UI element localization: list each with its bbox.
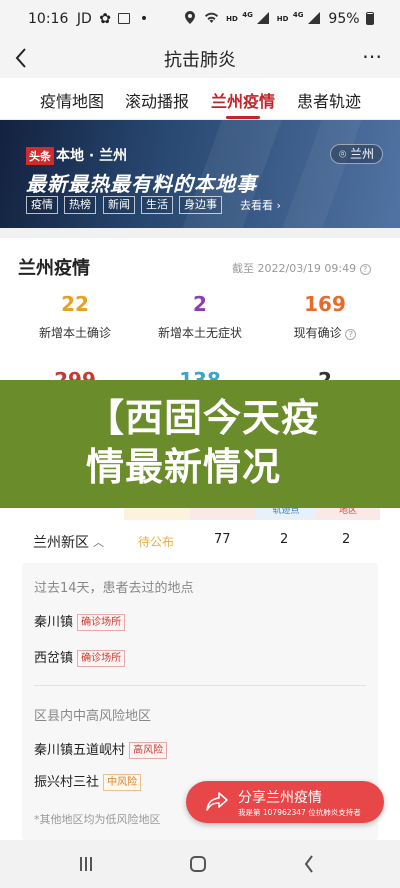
signal-icon-2 [307, 12, 320, 24]
stat-current-confirmed-label-wrap: 现有确诊 ? [275, 324, 375, 341]
overlay-title-line1: 【西固今天疫 [86, 396, 321, 440]
location-pin-icon: ⌾ [339, 147, 347, 161]
place-name-2: 西岔镇 [34, 651, 74, 666]
banner-chip-hot[interactable]: 热榜 [64, 196, 96, 214]
place-item-1: 秦川镇 确诊场所 [34, 611, 126, 631]
district-col1: 77 [214, 532, 231, 547]
wifi-icon [204, 12, 218, 23]
net-label-2: 4G [292, 11, 304, 19]
status-time: 10:16 [28, 11, 69, 27]
stat-new-asymptomatic-label: 新增本土无症状 [157, 326, 242, 340]
banner-more-link[interactable]: 去看看 › [240, 197, 281, 213]
hd-label-1: HD [226, 15, 238, 23]
summary-title: 兰州疫情 [18, 258, 90, 279]
banner-chip-epidemic[interactable]: 疫情 [26, 196, 58, 214]
recent-apps-icon[interactable] [79, 857, 93, 871]
share-sub: 我是第 107962347 位抗肺炎支持者 [238, 808, 361, 817]
tab-lanzhou-epidemic[interactable]: 兰州疫情 [211, 88, 275, 112]
system-nav-bar [0, 840, 400, 888]
stat-new-local-confirmed: 22 [61, 292, 89, 316]
overlay-title: 【西固今天疫 情最新情况 [86, 394, 320, 492]
more-dots-icon[interactable]: ⋯ [362, 44, 383, 68]
nav-back-icon[interactable] [304, 855, 314, 873]
district-pending: 待公布 [138, 535, 175, 549]
tab-patient-track[interactable]: 患者轨迹 [297, 88, 361, 112]
tab-rolling-news[interactable]: 滚动播报 [125, 88, 189, 112]
header-region: 地区 [338, 508, 357, 516]
location-icon [185, 11, 196, 24]
home-icon[interactable] [190, 856, 206, 872]
tab-epidemic-map[interactable]: 疫情地图 [40, 88, 104, 112]
details-divider [34, 685, 366, 686]
banner-light-stripe-2 [270, 120, 370, 228]
help-icon[interactable]: ? [359, 264, 371, 275]
share-button[interactable]: 分享兰州疫情 我是第 107962347 位抗肺炎支持者 [186, 781, 384, 823]
status-carrier: JD [76, 11, 92, 27]
summary-updated-text: 截至 2022/03/19 09:49 [232, 262, 357, 275]
banner-headline: 最新最热最有料的本地事 [26, 172, 257, 196]
place-tag-2: 确诊场所 [77, 650, 126, 667]
header-cell-3: 轨迹点 [256, 508, 316, 520]
battery-icon [366, 12, 374, 25]
status-right: HD 4G HD 4G 95% [185, 11, 374, 27]
chevron-up-icon[interactable]: ︿ [93, 534, 104, 550]
risk-tag-medium: 中风险 [103, 774, 142, 791]
paw-icon: ✿ [99, 11, 111, 27]
table-header-strip: 轨迹点 地区 [24, 508, 380, 520]
hd-label-2: HD [276, 15, 289, 23]
risk-footnote: *其他地区均为低风险地区 [34, 813, 161, 826]
banner-location-label: 兰州 [350, 147, 375, 161]
banner-chip-life[interactable]: 生活 [141, 196, 173, 214]
summary-updated: 截至 2022/03/19 09:49 ? [232, 260, 371, 276]
stat-new-local-confirmed-label: 新增本土确诊 [38, 326, 111, 340]
section-gap [0, 228, 400, 238]
header-track-points: 轨迹点 [272, 508, 300, 516]
article-title-overlay: 【西固今天疫 情最新情况 [0, 380, 400, 508]
dot-icon: • [139, 11, 149, 27]
risk-name-1: 秦川镇五道岘村 [34, 743, 126, 758]
banner-badge: 头条 [26, 147, 54, 165]
page-title: 抗击肺炎 [164, 50, 236, 71]
battery-percent: 95% [328, 11, 360, 27]
places-title: 过去14天，患者去过的地点 [34, 581, 194, 596]
risk-name-2: 振兴村三社 [34, 775, 100, 790]
banner-more-label: 去看看 [240, 199, 273, 212]
tab-bar: 疫情地图 滚动播报 兰州疫情 患者轨迹 [0, 78, 400, 120]
banner-chip-news[interactable]: 新闻 [103, 196, 135, 214]
status-left: 10:16 JD ✿ • [28, 11, 148, 27]
risk-item-2: 振兴村三社 中风险 [34, 771, 142, 791]
header-cell-2 [190, 508, 256, 520]
share-arrow-icon [206, 792, 228, 811]
place-item-2: 西岔镇 确诊场所 [34, 647, 126, 667]
banner-channel: 本地 · 兰州 [56, 148, 128, 164]
place-tag-1: 确诊场所 [77, 614, 126, 631]
banner-chip-nearby[interactable]: 身边事 [179, 196, 222, 214]
overlay-title-line2: 情最新情况 [86, 445, 282, 489]
net-label-1: 4G [242, 11, 253, 19]
stat-new-asymptomatic: 2 [193, 292, 207, 316]
tab-active-indicator [226, 116, 260, 119]
district-col2: 2 [280, 532, 289, 547]
banner-location-chip[interactable]: ⌾ 兰州 [330, 144, 384, 164]
signal-icon [257, 12, 270, 24]
risk-item-1: 秦川镇五道岘村 高风险 [34, 739, 168, 759]
district-name: 兰州新区 [33, 535, 89, 551]
help-icon-2[interactable]: ? [345, 329, 357, 340]
header-cell-1 [124, 508, 190, 520]
district-row[interactable]: 兰州新区 ︿ 待公布 77 2 2 [0, 520, 400, 560]
stat-current-confirmed-label: 现有确诊 [293, 326, 342, 340]
risk-tag-high: 高风险 [129, 742, 168, 759]
district-col3: 2 [342, 532, 351, 547]
share-label: 分享兰州疫情 [238, 790, 322, 806]
stat-current-confirmed: 169 [304, 292, 346, 316]
title-bar: 抗击肺炎 ⋯ [0, 38, 400, 78]
risk-title: 区县内中高风险地区 [34, 709, 152, 724]
place-name-1: 秦川镇 [34, 615, 74, 630]
header-cell-4: 地区 [316, 508, 380, 520]
status-bar: 10:16 JD ✿ • HD 4G HD 4G 95% [0, 0, 400, 38]
image-icon [118, 13, 131, 24]
